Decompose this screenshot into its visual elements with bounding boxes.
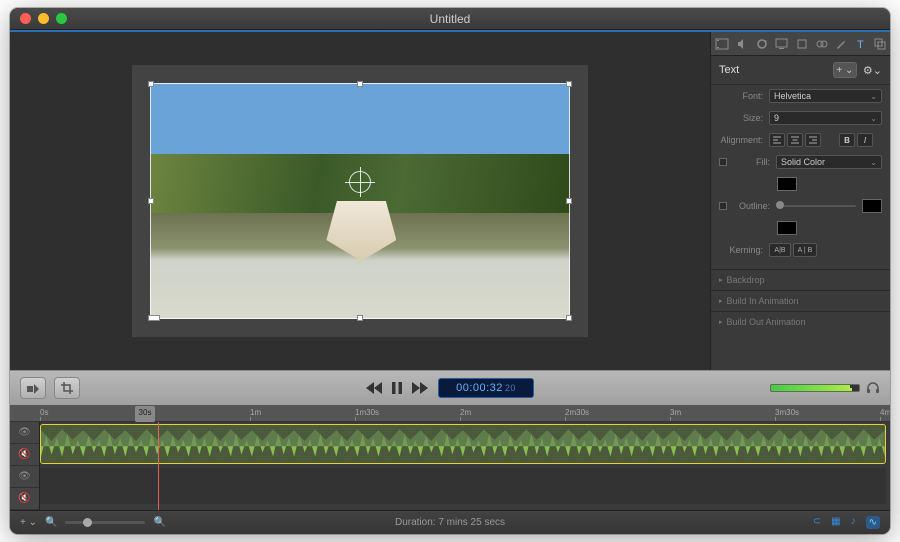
visibility-icon[interactable]: 👁: [10, 422, 39, 444]
kerning-label: Kerning:: [719, 245, 763, 255]
rewind-button[interactable]: [366, 382, 382, 394]
font-label: Font:: [719, 91, 763, 101]
titlebar[interactable]: Untitled: [10, 8, 890, 30]
timeline-tracks[interactable]: 👁 🔇 👁 🔇: [10, 422, 890, 510]
clip-icon[interactable]: ▦: [831, 516, 840, 529]
zoom-out-icon[interactable]: 🔍: [45, 517, 57, 528]
resize-handle[interactable]: [148, 198, 154, 204]
window-title: Untitled: [10, 12, 890, 26]
inspector-title: Text: [719, 64, 739, 76]
audio-tab-icon[interactable]: [736, 38, 748, 50]
forward-button[interactable]: [412, 382, 428, 394]
transitions-button[interactable]: [20, 377, 46, 399]
bottom-bar: + ⌄ 🔍 🔍 Duration: 7 mins 25 secs ⊂ ▦ ♪ ∿: [10, 510, 890, 534]
fill-select[interactable]: Solid Color: [776, 155, 882, 169]
layers-tab-icon[interactable]: [874, 38, 886, 50]
screen-tab-icon[interactable]: [775, 38, 788, 50]
video-tab-icon[interactable]: [715, 38, 729, 50]
zoom-slider[interactable]: [65, 521, 145, 524]
add-button[interactable]: + ⌄: [20, 517, 37, 528]
text-tab-icon[interactable]: T: [855, 38, 867, 50]
font-select[interactable]: Helvetica: [769, 89, 882, 103]
ruler-mark: 2m: [460, 408, 471, 417]
snap-icon[interactable]: ⊂: [813, 516, 821, 529]
ruler-mark: 3m: [670, 408, 681, 417]
video-clip[interactable]: [40, 424, 886, 464]
toolbar: 00:00:3220: [10, 370, 890, 406]
outline-width-slider[interactable]: [776, 205, 856, 207]
selection-box[interactable]: [150, 83, 570, 319]
backdrop-section[interactable]: Backdrop: [711, 269, 890, 290]
resize-handle[interactable]: [357, 81, 363, 87]
empty-track[interactable]: [40, 468, 886, 504]
align-right-button[interactable]: [805, 133, 821, 147]
kerning-tight-button[interactable]: A|B: [769, 243, 791, 257]
video-preview[interactable]: [150, 83, 570, 319]
italic-button[interactable]: I: [857, 133, 873, 147]
crop-tab-icon[interactable]: [796, 38, 808, 50]
audio-meter: [770, 384, 860, 392]
timeline-ruler[interactable]: 30s 0s1m1m30s2m2m30s3m3m30s4m: [10, 406, 890, 422]
visibility-icon[interactable]: 👁: [10, 466, 39, 488]
inspector-tabs: T: [711, 32, 890, 56]
headphones-icon[interactable]: [866, 382, 880, 394]
timecode-display[interactable]: 00:00:3220: [438, 378, 534, 398]
mute-icon[interactable]: 🔇: [10, 444, 39, 466]
add-text-button[interactable]: + ⌄: [833, 62, 857, 78]
wave-icon[interactable]: ∿: [866, 516, 880, 529]
inspector-heading: Text + ⌄ ⚙︎⌄: [711, 56, 890, 85]
build-out-section[interactable]: Build Out Animation: [711, 311, 890, 332]
effects-tab-icon[interactable]: [816, 38, 828, 50]
center-anchor-icon[interactable]: [349, 171, 371, 193]
resize-handle[interactable]: [566, 315, 572, 321]
ruler-mark: 1m: [250, 408, 261, 417]
resize-handle[interactable]: [357, 315, 363, 321]
inspector-panel: T Text + ⌄ ⚙︎⌄ Font: Helvetica Size: 9 A…: [710, 32, 890, 370]
crop-tool-button[interactable]: [54, 377, 80, 399]
resize-handle[interactable]: [566, 198, 572, 204]
ruler-mark: 3m30s: [775, 408, 799, 417]
alignment-label: Alignment:: [719, 135, 763, 145]
outline-swatch-2[interactable]: [777, 221, 797, 235]
align-left-button[interactable]: [769, 133, 785, 147]
playback-controls: 00:00:3220: [366, 378, 534, 398]
playhead[interactable]: [158, 422, 159, 510]
resize-handle[interactable]: [148, 81, 154, 87]
ruler-mark: 2m30s: [565, 408, 589, 417]
ruler-mark: 4m: [880, 408, 890, 417]
resize-handle[interactable]: [148, 315, 160, 321]
size-label: Size:: [719, 113, 763, 123]
fill-color-swatch[interactable]: [777, 177, 797, 191]
ruler-mark: 1m30s: [355, 408, 379, 417]
resize-handle[interactable]: [566, 81, 572, 87]
mute-icon[interactable]: 🔇: [10, 488, 39, 510]
pause-button[interactable]: [392, 382, 402, 394]
waveform: [41, 425, 885, 464]
bold-button[interactable]: B: [839, 133, 855, 147]
main-area: T Text + ⌄ ⚙︎⌄ Font: Helvetica Size: 9 A…: [10, 30, 890, 370]
size-stepper[interactable]: 9: [769, 111, 882, 125]
app-window: Untitled T Text: [10, 8, 890, 534]
gear-icon[interactable]: ⚙︎⌄: [863, 64, 882, 77]
outline-label: Outline:: [736, 201, 770, 211]
canvas[interactable]: [10, 32, 710, 370]
kerning-loose-button[interactable]: A | B: [793, 243, 817, 257]
annotate-tab-icon[interactable]: [835, 38, 847, 50]
svg-text:T: T: [857, 39, 864, 50]
align-center-button[interactable]: [787, 133, 803, 147]
ruler-mark: 0s: [40, 408, 48, 417]
build-in-section[interactable]: Build In Animation: [711, 290, 890, 311]
loop-tab-icon[interactable]: [756, 38, 768, 50]
audio-icon[interactable]: ♪: [851, 516, 856, 529]
fill-label: Fill:: [736, 157, 770, 167]
duration-label: Duration: 7 mins 25 secs: [395, 517, 505, 528]
fill-checkbox[interactable]: [719, 158, 727, 166]
zoom-in-icon[interactable]: 🔍: [153, 517, 165, 528]
outline-checkbox[interactable]: [719, 202, 727, 210]
outline-color-swatch[interactable]: [862, 199, 882, 213]
